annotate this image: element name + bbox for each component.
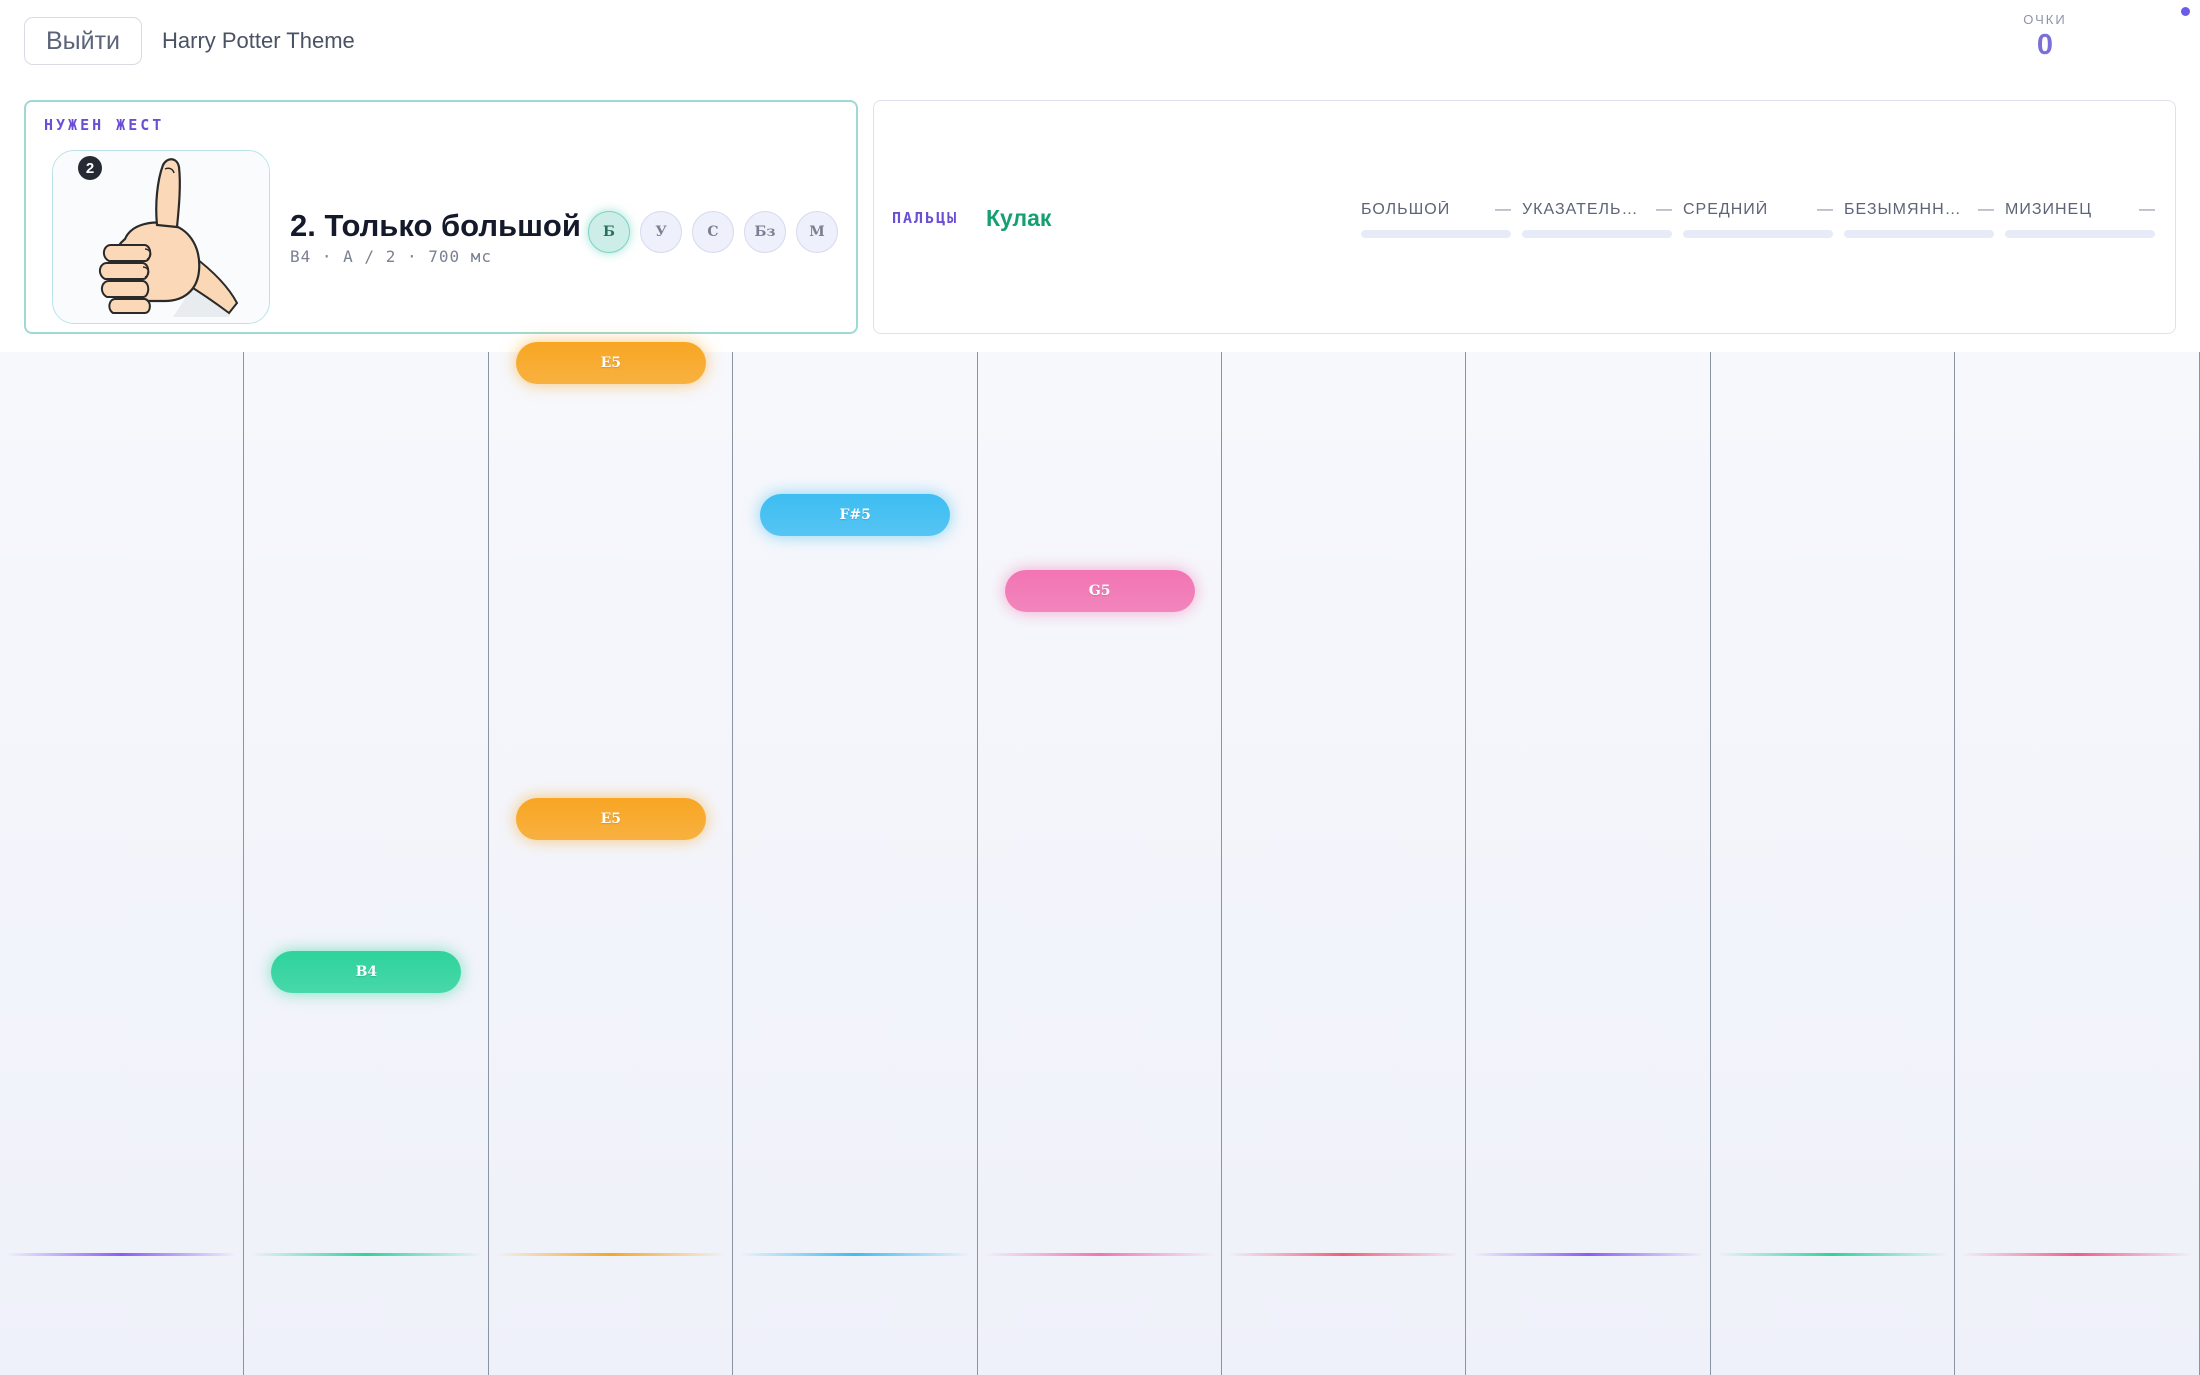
falling-note: B4 — [271, 951, 462, 993]
lane-7 — [1466, 352, 1711, 1375]
required-gesture-panel: НУЖЕН ЖЕСТ 2 2. Только большой B4 · A / … — [24, 100, 858, 334]
score-label: ОЧКИ — [2023, 12, 2067, 27]
finger-chip-pinky: М — [796, 211, 838, 253]
hit-line — [1961, 1253, 2193, 1256]
finger-chip-index: У — [640, 211, 682, 253]
lane-2 — [244, 352, 489, 1375]
finger-meter-label: БЕЗЫМЯННЫЙ — [1844, 201, 1972, 218]
lane-8 — [1711, 352, 1956, 1375]
falling-note: E5 — [515, 798, 706, 840]
hit-line — [1472, 1253, 1704, 1256]
lane-5 — [978, 352, 1222, 1375]
gesture-meta: B4 · A / 2 · 700 мс — [290, 247, 493, 266]
finger-meter-middle: СРЕДНИЙ — — [1683, 201, 1833, 238]
score-box: ОЧКИ 0 — [2000, 12, 2090, 62]
hit-line — [6, 1253, 238, 1256]
finger-meter-label: СРЕДНИЙ — [1683, 201, 1769, 218]
finger-meter-value: — — [1495, 201, 1511, 218]
note-label: E5 — [600, 355, 621, 371]
finger-meter-thumb: БОЛЬШОЙ — — [1361, 201, 1511, 238]
exit-button[interactable]: Выйти — [24, 17, 142, 65]
finger-meter-bar — [1844, 230, 1994, 238]
hit-line — [1716, 1253, 1949, 1256]
finger-meter-index: УКАЗАТЕЛЬНЫЙ — — [1522, 201, 1672, 238]
gesture-number-badge: 2 — [78, 156, 102, 180]
finger-meter-value: — — [1978, 201, 1994, 218]
detected-gesture-state: Кулак — [986, 205, 1052, 231]
finger-chip-ring: Бз — [744, 211, 786, 253]
finger-meter-ring: БЕЗЫМЯННЫЙ — — [1844, 201, 1994, 238]
finger-chip-thumb: Б — [588, 211, 630, 253]
falling-note: F#5 — [760, 494, 951, 536]
falling-note: G5 — [1004, 570, 1195, 612]
hit-line — [739, 1253, 971, 1256]
note-highway: E5 F#5 G5 E5 B4 — [0, 342, 2200, 1375]
finger-meter-pinky: МИЗИНЕЦ — — [2005, 201, 2155, 238]
lane-6 — [1222, 352, 1467, 1375]
hit-line — [983, 1253, 1215, 1256]
falling-note: E5 — [515, 342, 706, 384]
status-dot-icon — [2181, 7, 2190, 16]
finger-meter-value: — — [2139, 201, 2155, 218]
gesture-name: 2. Только большой — [290, 208, 581, 243]
finger-meter-bar — [1683, 230, 1833, 238]
finger-meter-value: — — [1817, 201, 1833, 218]
hit-line — [1228, 1253, 1460, 1256]
note-label: F#5 — [839, 507, 871, 523]
finger-meter-value: — — [1656, 201, 1672, 218]
gesture-panel-caption: НУЖЕН ЖЕСТ — [44, 116, 165, 134]
lane-9 — [1955, 352, 2200, 1375]
finger-meter-bar — [1361, 230, 1511, 238]
score-value: 0 — [2036, 29, 2054, 61]
lane-3 — [489, 352, 734, 1375]
top-bar: Выйти Harry Potter Theme ОЧКИ 0 — [0, 0, 2200, 85]
finger-meter-label: БОЛЬШОЙ — [1361, 201, 1451, 218]
hit-line — [494, 1253, 727, 1256]
note-label: G5 — [1088, 583, 1111, 599]
hit-line — [250, 1253, 482, 1256]
lane-1 — [0, 352, 245, 1375]
note-label: E5 — [600, 811, 621, 827]
song-title: Harry Potter Theme — [162, 28, 355, 53]
finger-meter-label: МИЗИНЕЦ — [2005, 201, 2093, 218]
fingers-panel-caption: ПАЛЬЦЫ — [892, 209, 959, 227]
fingers-tracking-panel: ПАЛЬЦЫ Кулак БОЛЬШОЙ — УКАЗАТЕЛЬНЫЙ — СР… — [873, 100, 2176, 334]
finger-meter-label: УКАЗАТЕЛЬНЫЙ — [1522, 201, 1650, 218]
note-label: B4 — [355, 964, 378, 980]
finger-meter-bar — [2005, 230, 2155, 238]
finger-chip-middle: С — [692, 211, 734, 253]
finger-meter-bar — [1522, 230, 1672, 238]
